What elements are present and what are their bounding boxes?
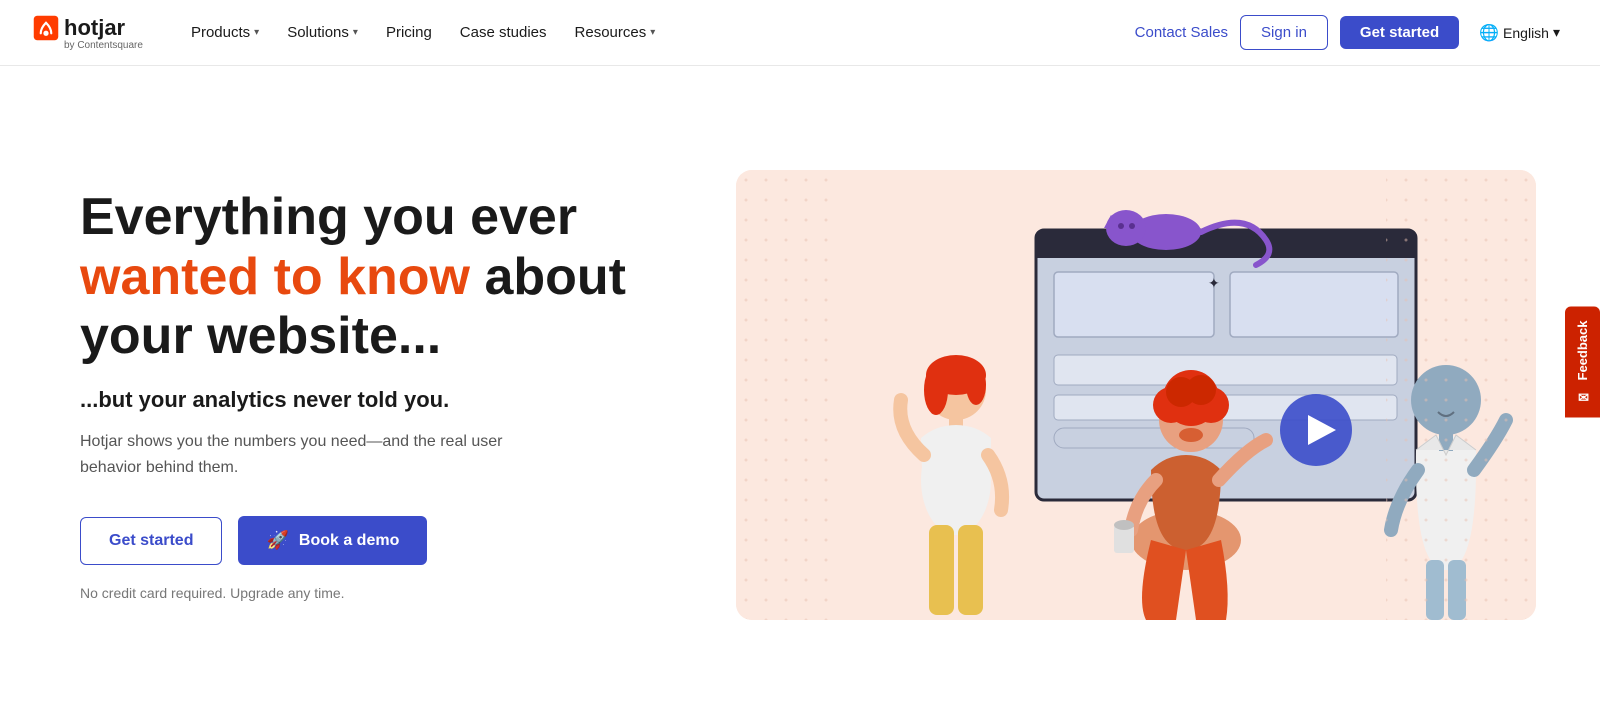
hero-illustration-area: ✦ [686, 170, 1536, 620]
nav-right-actions: Contact Sales Sign in Get started 🌐 Engl… [1135, 15, 1568, 50]
book-demo-button[interactable]: 🚀 Book a demo [238, 516, 427, 565]
globe-icon: 🌐 [1479, 23, 1499, 43]
hero-svg: ✦ [736, 170, 1536, 620]
logo-link[interactable]: hotjar by Contentsquare [32, 14, 143, 51]
nav-products[interactable]: Products ▾ [179, 16, 271, 49]
nav-resources[interactable]: Resources ▾ [563, 16, 668, 49]
sign-in-button[interactable]: Sign in [1240, 15, 1328, 50]
chevron-down-icon: ▾ [353, 27, 358, 38]
logo-sub: by Contentsquare [64, 40, 143, 51]
hero-subheading: ...but your analytics never told you. [80, 387, 626, 413]
hero-disclaimer: No credit card required. Upgrade any tim… [80, 585, 626, 601]
feedback-icon: ✉ [1575, 388, 1590, 403]
contact-sales-link[interactable]: Contact Sales [1135, 24, 1228, 41]
svg-text:✦: ✦ [1208, 275, 1220, 291]
get-started-nav-button[interactable]: Get started [1340, 16, 1459, 49]
hero-cta-row: Get started 🚀 Book a demo [80, 516, 626, 565]
logo-text: hotjar [64, 15, 125, 41]
hero-section: Everything you ever wanted to know about… [0, 66, 1600, 723]
nav-pricing[interactable]: Pricing [374, 16, 444, 49]
hero-heading: Everything you ever wanted to know about… [80, 188, 626, 367]
chevron-down-icon: ▾ [1553, 24, 1560, 41]
chevron-down-icon: ▾ [650, 27, 655, 38]
language-selector[interactable]: 🌐 English ▾ [1471, 17, 1568, 49]
navbar: hotjar by Contentsquare Products ▾ Solut… [0, 0, 1600, 66]
hero-illustration: ✦ [736, 170, 1536, 620]
nav-links: Products ▾ Solutions ▾ Pricing Case stud… [179, 16, 1135, 49]
nav-solutions[interactable]: Solutions ▾ [275, 16, 370, 49]
hero-description: Hotjar shows you the numbers you need—an… [80, 429, 520, 480]
hero-content: Everything you ever wanted to know about… [80, 188, 626, 602]
hotjar-logo-icon [32, 14, 60, 42]
nav-case-studies[interactable]: Case studies [448, 16, 559, 49]
rocket-icon: 🚀 [266, 530, 288, 551]
get-started-hero-button[interactable]: Get started [80, 517, 222, 565]
feedback-tab[interactable]: ✉ Feedback [1565, 306, 1600, 417]
chevron-down-icon: ▾ [254, 27, 259, 38]
